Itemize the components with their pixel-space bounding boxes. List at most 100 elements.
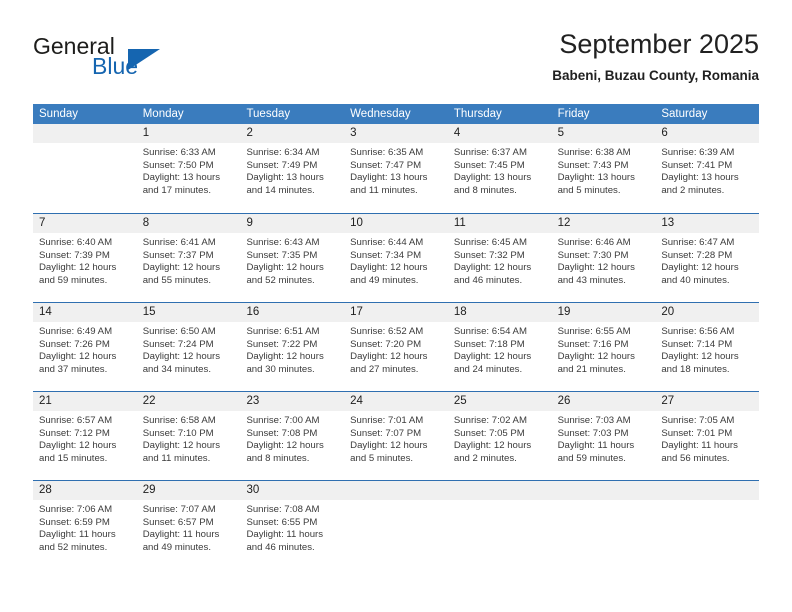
daylight-text-line1: Daylight: 12 hours: [661, 351, 739, 363]
sunrise-text: Sunrise: 7:03 AM: [557, 415, 631, 426]
date-band: [551, 481, 656, 500]
day-cell[interactable]: 14 Sunrise: 6:49 AM Sunset: 7:26 PM Dayligh…: [33, 303, 137, 391]
sunrise-text: Sunrise: 6:40 AM: [39, 237, 113, 248]
daylight-text-line2: and 40 minutes.: [661, 274, 730, 286]
day-cell[interactable]: 5 Sunrise: 6:38 AM Sunset: 7:43 PM Daylight…: [551, 124, 656, 213]
daylight-text-line2: and 24 minutes.: [453, 363, 523, 375]
sunset-text: Sunset: 7:12 PM: [39, 427, 110, 439]
daylight-text-line2: and 46 minutes.: [246, 541, 315, 553]
day-cell-empty: [655, 481, 760, 570]
date-number: 10: [350, 217, 363, 229]
daylight-text-line2: and 34 minutes.: [142, 363, 211, 375]
day-cell[interactable]: 3 Sunrise: 6:35 AM Sunset: 7:47 PM Daylight…: [344, 124, 448, 213]
sunset-text: Sunset: 7:07 PM: [350, 427, 422, 439]
day-cell[interactable]: 19 Sunrise: 6:55 AM Sunset: 7:16 PM Dayligh…: [551, 303, 656, 391]
day-cell[interactable]: 30 Sunrise: 7:08 AM Sunset: 6:55 PM Dayligh…: [240, 481, 345, 570]
daylight-text-line1: Daylight: 13 hours: [453, 172, 532, 184]
sunrise-text: Sunrise: 7:08 AM: [246, 504, 320, 515]
daylight-text-line2: and 52 minutes.: [246, 274, 315, 286]
date-band: 24: [344, 392, 448, 411]
sunset-text: Sunset: 7:20 PM: [350, 338, 422, 350]
weekday-header-tuesday: Tuesday: [246, 108, 291, 120]
day-cell[interactable]: 24 Sunrise: 7:01 AM Sunset: 7:07 PM Dayligh…: [344, 392, 448, 480]
day-cell[interactable]: 26 Sunrise: 7:03 AM Sunset: 7:03 PM Dayligh…: [551, 392, 656, 480]
daylight-text-line1: Daylight: 12 hours: [350, 440, 428, 452]
date-number: 11: [453, 217, 466, 229]
day-cell[interactable]: 28 Sunrise: 7:06 AM Sunset: 6:59 PM Dayligh…: [33, 481, 137, 570]
calendar-week-row: 14 Sunrise: 6:49 AM Sunset: 7:26 PM Dayligh…: [33, 302, 760, 391]
day-details: Sunrise: 6:39 AM Sunset: 7:41 PM Daylight:…: [655, 143, 759, 197]
daylight-text-line1: Daylight: 13 hours: [557, 172, 635, 184]
daylight-text-line2: and 30 minutes.: [246, 363, 315, 375]
sunrise-text: Sunrise: 7:05 AM: [661, 415, 735, 426]
day-cell[interactable]: 9 Sunrise: 6:43 AM Sunset: 7:35 PM Daylight…: [240, 214, 345, 302]
day-cell[interactable]: 21 Sunrise: 6:57 AM Sunset: 7:12 PM Dayligh…: [33, 392, 137, 480]
date-band: 18: [447, 303, 552, 322]
day-cell[interactable]: 4 Sunrise: 6:37 AM Sunset: 7:45 PM Daylight…: [447, 124, 552, 213]
sunset-text: Sunset: 7:35 PM: [246, 249, 318, 261]
daylight-text-line2: and 18 minutes.: [661, 363, 730, 375]
sunrise-text: Sunrise: 6:35 AM: [350, 147, 424, 158]
date-number: 26: [557, 395, 571, 407]
daylight-text-line1: Daylight: 13 hours: [142, 172, 221, 184]
sunset-text: Sunset: 7:41 PM: [661, 159, 733, 171]
day-cell[interactable]: 7 Sunrise: 6:40 AM Sunset: 7:39 PM Daylight…: [33, 214, 137, 302]
sunrise-text: Sunrise: 6:46 AM: [557, 237, 631, 248]
day-details: Sunrise: 6:49 AM Sunset: 7:26 PM Daylight:…: [33, 322, 137, 376]
sunset-text: Sunset: 7:03 PM: [557, 427, 629, 439]
daylight-text-line1: Daylight: 12 hours: [142, 262, 221, 274]
day-cell[interactable]: 15 Sunrise: 6:50 AM Sunset: 7:24 PM Dayligh…: [136, 303, 241, 391]
date-band: 3: [344, 124, 448, 143]
page-header: General Blue September 2025 Babeni, Buza…: [0, 0, 792, 103]
day-details: Sunrise: 6:58 AM Sunset: 7:10 PM Daylight:…: [137, 411, 241, 465]
day-cell[interactable]: 6 Sunrise: 6:39 AM Sunset: 7:41 PM Daylight…: [655, 124, 760, 213]
day-cell[interactable]: 20 Sunrise: 6:56 AM Sunset: 7:14 PM Dayligh…: [655, 303, 760, 391]
daylight-text-line2: and 15 minutes.: [39, 452, 108, 464]
day-cell-empty: [344, 481, 448, 570]
daylight-text-line2: and 17 minutes.: [142, 184, 211, 196]
day-cell[interactable]: 17 Sunrise: 6:52 AM Sunset: 7:20 PM Dayligh…: [344, 303, 448, 391]
sunrise-text: Sunrise: 6:49 AM: [39, 326, 113, 337]
daylight-text-line1: Daylight: 12 hours: [39, 440, 117, 452]
date-band: [344, 481, 448, 500]
daylight-text-line2: and 55 minutes.: [142, 274, 211, 286]
location-subtitle: Babeni, Buzau County, Romania: [552, 68, 759, 83]
daylight-text-line2: and 27 minutes.: [350, 363, 419, 375]
date-number: 6: [661, 127, 668, 139]
daylight-text-line1: Daylight: 13 hours: [246, 172, 324, 184]
day-cell[interactable]: 2 Sunrise: 6:34 AM Sunset: 7:49 PM Daylight…: [240, 124, 345, 213]
sunset-text: Sunset: 7:45 PM: [453, 159, 525, 171]
daylight-text-line1: Daylight: 12 hours: [246, 262, 324, 274]
sunrise-text: Sunrise: 6:44 AM: [350, 237, 424, 248]
sunset-text: Sunset: 7:08 PM: [246, 427, 318, 439]
date-band: 5: [551, 124, 656, 143]
date-band: 10: [344, 214, 448, 233]
sunrise-text: Sunrise: 6:54 AM: [453, 326, 527, 337]
day-cell[interactable]: 25 Sunrise: 7:02 AM Sunset: 7:05 PM Dayligh…: [447, 392, 552, 480]
day-cell[interactable]: 18 Sunrise: 6:54 AM Sunset: 7:18 PM Dayligh…: [447, 303, 552, 391]
day-cell[interactable]: 11 Sunrise: 6:45 AM Sunset: 7:32 PM Dayligh…: [447, 214, 552, 302]
day-details: Sunrise: 7:02 AM Sunset: 7:05 PM Daylight:…: [448, 411, 552, 465]
weekday-header-sunday: Sunday: [39, 108, 79, 120]
sunset-text: Sunset: 7:28 PM: [661, 249, 733, 261]
day-cell[interactable]: 13 Sunrise: 6:47 AM Sunset: 7:28 PM Dayligh…: [655, 214, 760, 302]
date-band: 4: [447, 124, 552, 143]
sunset-text: Sunset: 7:30 PM: [557, 249, 629, 261]
day-cell[interactable]: 12 Sunrise: 6:46 AM Sunset: 7:30 PM Dayligh…: [551, 214, 656, 302]
day-cell[interactable]: 8 Sunrise: 6:41 AM Sunset: 7:37 PM Daylight…: [136, 214, 241, 302]
sunrise-text: Sunrise: 6:41 AM: [142, 237, 216, 248]
weekday-header-wednesday: Wednesday: [350, 108, 411, 120]
day-cell[interactable]: 16 Sunrise: 6:51 AM Sunset: 7:22 PM Dayligh…: [240, 303, 345, 391]
day-cell[interactable]: 27 Sunrise: 7:05 AM Sunset: 7:01 PM Dayligh…: [655, 392, 760, 480]
calendar-grid: Sunday Monday Tuesday Wednesday Thursday Frid…: [33, 104, 760, 570]
day-cell[interactable]: 10 Sunrise: 6:44 AM Sunset: 7:34 PM Dayligh…: [344, 214, 448, 302]
date-band: 6: [655, 124, 760, 143]
daylight-text-line2: and 52 minutes.: [39, 541, 108, 553]
day-details: Sunrise: 6:57 AM Sunset: 7:12 PM Daylight:…: [33, 411, 137, 465]
day-cell[interactable]: 29 Sunrise: 7:07 AM Sunset: 6:57 PM Dayligh…: [136, 481, 241, 570]
day-cell[interactable]: 22 Sunrise: 6:58 AM Sunset: 7:10 PM Dayligh…: [136, 392, 241, 480]
day-cell[interactable]: 23 Sunrise: 7:00 AM Sunset: 7:08 PM Dayligh…: [240, 392, 345, 480]
day-cell-empty: [447, 481, 552, 570]
day-cell[interactable]: 1 Sunrise: 6:33 AM Sunset: 7:50 PM Daylight…: [136, 124, 241, 213]
general-blue-logo[interactable]: General Blue: [33, 33, 263, 85]
